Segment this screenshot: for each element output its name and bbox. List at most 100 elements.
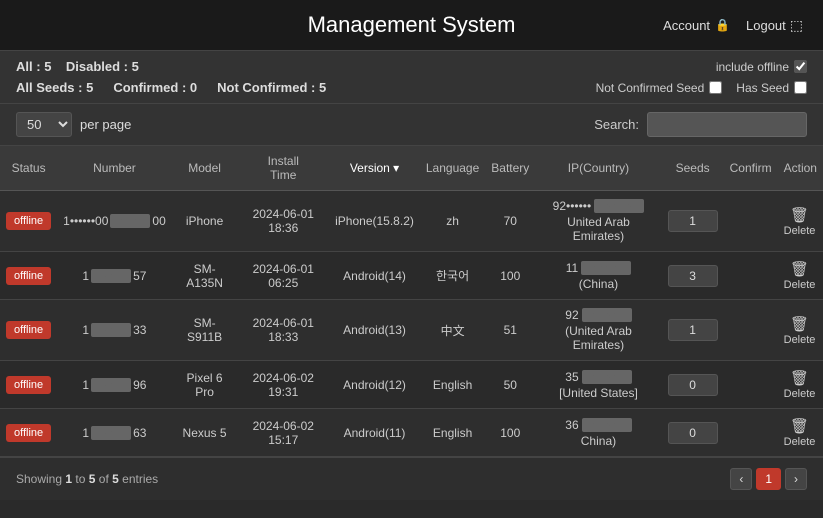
has-seed-filter: Has Seed bbox=[736, 81, 807, 95]
status-badge: offline bbox=[6, 376, 51, 394]
showing-text: Showing 1 to 5 of 5 entries bbox=[16, 472, 158, 486]
cell-seeds bbox=[662, 361, 724, 409]
seed-stats: All Seeds : 5 Confirmed : 0 Not Confirme… bbox=[16, 80, 326, 95]
col-model: Model bbox=[172, 146, 238, 191]
table-header: Status Number Model InstallTime Version … bbox=[0, 146, 823, 191]
cell-confirm bbox=[724, 252, 778, 300]
cell-version: Android(13) bbox=[329, 300, 420, 361]
cell-number: 1•••••63 bbox=[57, 409, 172, 457]
cell-ip-country: 35•••••••[United States] bbox=[535, 361, 661, 409]
toolbar-row2: All Seeds : 5 Confirmed : 0 Not Confirme… bbox=[16, 80, 807, 95]
col-confirm: Confirm bbox=[724, 146, 778, 191]
table-body: offline1••••••00•••••00iPhone2024-06-01 … bbox=[0, 191, 823, 457]
toolbar-row1: All : 5 Disabled : 5 include offline bbox=[16, 59, 807, 74]
cell-seeds bbox=[662, 252, 724, 300]
next-page-button[interactable]: › bbox=[785, 468, 807, 490]
cell-status: offline bbox=[0, 300, 57, 361]
header-actions: Account 🔒 Logout ⬚ bbox=[663, 17, 803, 34]
status-badge: offline bbox=[6, 424, 51, 442]
col-action: Action bbox=[778, 146, 823, 191]
cell-seeds bbox=[662, 409, 724, 457]
page-title: Management System bbox=[308, 12, 516, 38]
cell-install-time: 2024-06-02 15:17 bbox=[237, 409, 329, 457]
account-label: Account bbox=[663, 18, 710, 33]
include-offline-label: include offline bbox=[716, 60, 789, 74]
footer: Showing 1 to 5 of 5 entries ‹ 1 › bbox=[0, 457, 823, 500]
table-row: offline1•••••63Nexus 52024-06-02 15:17An… bbox=[0, 409, 823, 457]
cell-action: 🗑Delete bbox=[778, 361, 823, 409]
has-seed-label: Has Seed bbox=[736, 81, 789, 95]
devices-table: Status Number Model InstallTime Version … bbox=[0, 146, 823, 457]
all-stat: All : 5 Disabled : 5 bbox=[16, 59, 139, 74]
cell-action: 🗑Delete bbox=[778, 252, 823, 300]
status-badge: offline bbox=[6, 212, 51, 230]
table-row: offline1•••••33SM-S911B2024-06-01 18:33A… bbox=[0, 300, 823, 361]
not-confirmed-seed-checkbox[interactable] bbox=[709, 81, 722, 94]
cell-action: 🗑Delete bbox=[778, 409, 823, 457]
delete-button[interactable]: 🗑Delete bbox=[784, 206, 816, 237]
cell-model: iPhone bbox=[172, 191, 238, 252]
seeds-input[interactable] bbox=[668, 265, 718, 287]
seeds-input[interactable] bbox=[668, 210, 718, 232]
cell-language: English bbox=[420, 409, 485, 457]
lock-icon: 🔒 bbox=[715, 18, 730, 32]
header: Management System Account 🔒 Logout ⬚ bbox=[0, 0, 823, 51]
cell-battery: 50 bbox=[485, 361, 535, 409]
trash-icon: 🗑 bbox=[790, 315, 809, 333]
toolbar: All : 5 Disabled : 5 include offline All… bbox=[0, 51, 823, 104]
table-row: offline1•••••57SM-A135N2024-06-01 06:25A… bbox=[0, 252, 823, 300]
trash-icon: 🗑 bbox=[790, 417, 809, 435]
status-badge: offline bbox=[6, 321, 51, 339]
cell-action: 🗑Delete bbox=[778, 300, 823, 361]
col-status: Status bbox=[0, 146, 57, 191]
search-wrap: Search: bbox=[594, 112, 807, 137]
cell-version: iPhone(15.8.2) bbox=[329, 191, 420, 252]
not-confirmed-stat: Not Confirmed : 5 bbox=[217, 80, 326, 95]
not-confirmed-seed-filter: Not Confirmed Seed bbox=[596, 81, 723, 95]
cell-seeds bbox=[662, 191, 724, 252]
seeds-input[interactable] bbox=[668, 422, 718, 444]
cell-battery: 70 bbox=[485, 191, 535, 252]
cell-model: Pixel 6 Pro bbox=[172, 361, 238, 409]
cell-model: Nexus 5 bbox=[172, 409, 238, 457]
cell-ip-country: 92•••••••••••••United Arab Emirates) bbox=[535, 191, 661, 252]
per-page-select[interactable]: 50 25 100 bbox=[16, 112, 72, 137]
prev-page-button[interactable]: ‹ bbox=[730, 468, 752, 490]
cell-seeds bbox=[662, 300, 724, 361]
page-1-button[interactable]: 1 bbox=[756, 468, 781, 490]
delete-button[interactable]: 🗑Delete bbox=[784, 417, 816, 448]
trash-icon: 🗑 bbox=[790, 260, 809, 278]
search-input[interactable] bbox=[647, 112, 807, 137]
col-battery: Battery bbox=[485, 146, 535, 191]
per-page-wrap: 50 25 100 per page bbox=[16, 112, 131, 137]
delete-button[interactable]: 🗑Delete bbox=[784, 369, 816, 400]
cell-language: 한국어 bbox=[420, 252, 485, 300]
cell-status: offline bbox=[0, 409, 57, 457]
cell-language: 中文 bbox=[420, 300, 485, 361]
table-row: offline1••••••00•••••00iPhone2024-06-01 … bbox=[0, 191, 823, 252]
table-row: offline1•••••96Pixel 6 Pro2024-06-02 19:… bbox=[0, 361, 823, 409]
delete-button[interactable]: 🗑Delete bbox=[784, 260, 816, 291]
include-offline-checkbox[interactable] bbox=[794, 60, 807, 73]
cell-model: SM-S911B bbox=[172, 300, 238, 361]
col-seeds: Seeds bbox=[662, 146, 724, 191]
cell-confirm bbox=[724, 361, 778, 409]
seeds-input[interactable] bbox=[668, 374, 718, 396]
delete-button[interactable]: 🗑Delete bbox=[784, 315, 816, 346]
status-badge: offline bbox=[6, 267, 51, 285]
col-version[interactable]: Version ▾ bbox=[329, 146, 420, 191]
not-confirmed-seed-label: Not Confirmed Seed bbox=[596, 81, 705, 95]
seed-filters: Not Confirmed Seed Has Seed bbox=[596, 81, 807, 95]
cell-confirm bbox=[724, 409, 778, 457]
cell-battery: 51 bbox=[485, 300, 535, 361]
cell-ip-country: 11•••••••(China) bbox=[535, 252, 661, 300]
account-button[interactable]: Account 🔒 bbox=[663, 18, 730, 33]
col-ip-country: IP(Country) bbox=[535, 146, 661, 191]
logout-button[interactable]: Logout ⬚ bbox=[746, 17, 803, 34]
include-offline-filter: include offline bbox=[716, 60, 807, 74]
cell-install-time: 2024-06-01 18:33 bbox=[237, 300, 329, 361]
seeds-input[interactable] bbox=[668, 319, 718, 341]
cell-language: English bbox=[420, 361, 485, 409]
has-seed-checkbox[interactable] bbox=[794, 81, 807, 94]
cell-install-time: 2024-06-01 18:36 bbox=[237, 191, 329, 252]
